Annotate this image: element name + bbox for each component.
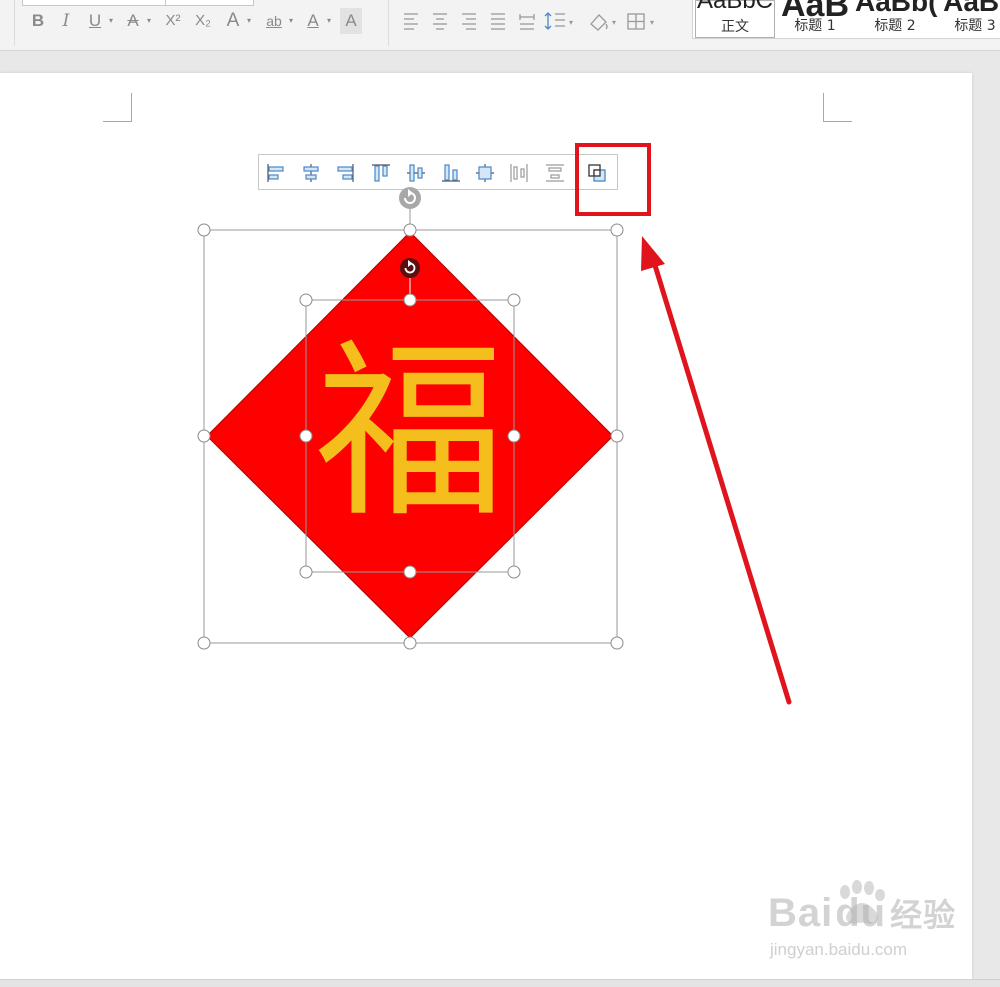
watermark-url: jingyan.baidu.com [770, 940, 908, 959]
watermark-suffix: 经验 [890, 896, 957, 934]
watermark-logo: Baidu 经验 [768, 890, 956, 936]
watermark-brand-tail: du [835, 891, 887, 935]
red-arrow-icon [641, 236, 792, 705]
watermark-brand: Bai [768, 891, 834, 935]
